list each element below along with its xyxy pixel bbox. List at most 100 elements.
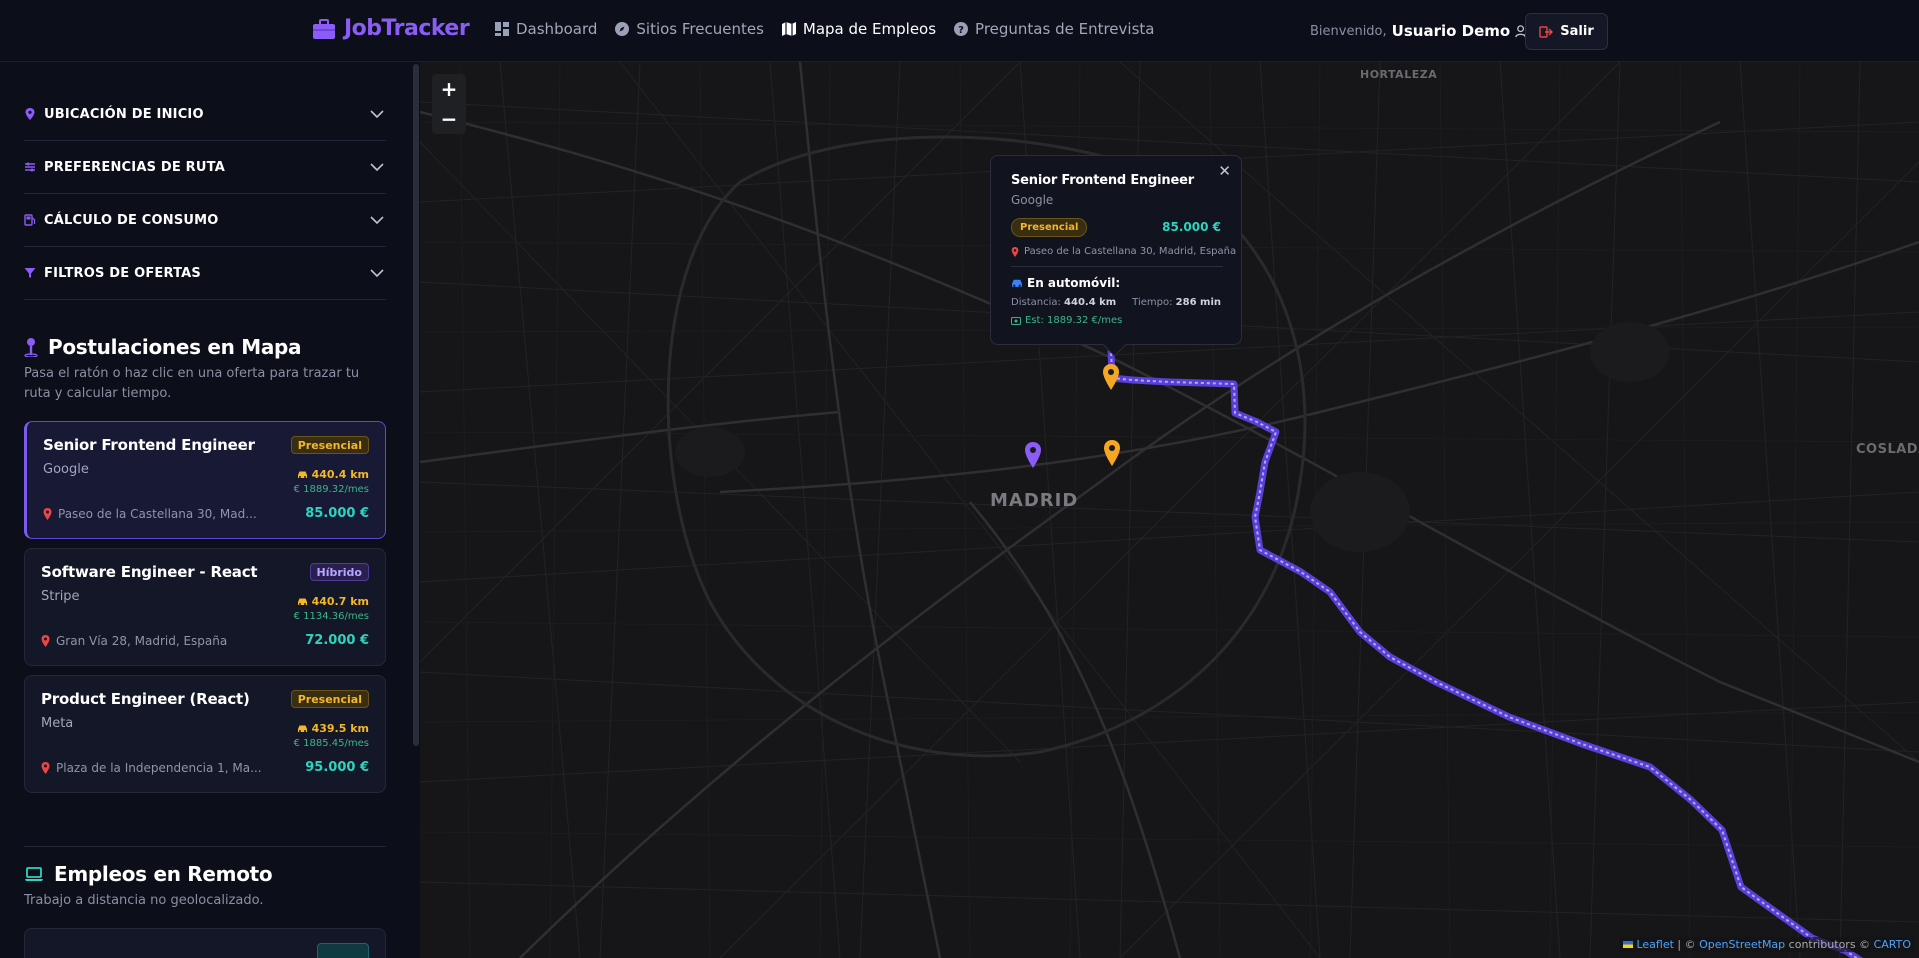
zoom-out-button[interactable]: − bbox=[432, 104, 466, 134]
job-address-text: Gran Vía 28, Madrid, España bbox=[56, 634, 228, 648]
welcome-text: Bienvenido, Usuario Demo bbox=[1310, 22, 1530, 40]
map-attribution: Leaflet | © OpenStreetMap contributors ©… bbox=[1618, 937, 1915, 952]
car-icon bbox=[297, 598, 307, 605]
job-distance: 440.4 km bbox=[297, 468, 369, 481]
popup-time: Tiempo: 286 min bbox=[1132, 297, 1221, 308]
job-card[interactable]: Product Engineer (React) Meta Presencial… bbox=[24, 675, 386, 793]
accordion-consumo[interactable]: CÁLCULO DE CONSUMO bbox=[24, 194, 386, 247]
nav-mapa-empleos[interactable]: Mapa de Empleos bbox=[781, 20, 936, 38]
job-distance-value: 440.7 km bbox=[311, 595, 369, 608]
question-icon: ? bbox=[954, 22, 969, 36]
job-popup: ✕ Senior Frontend Engineer Google Presen… bbox=[990, 155, 1242, 345]
job-address: Plaza de la Independencia 1, Ma... bbox=[41, 761, 262, 775]
laptop-icon bbox=[25, 867, 43, 881]
accordion-preferencias[interactable]: PREFERENCIAS DE RUTA bbox=[24, 141, 386, 194]
dashboard-icon bbox=[495, 22, 509, 36]
accordion-filtros[interactable]: FILTROS DE OFERTAS bbox=[24, 247, 386, 300]
leaflet-link[interactable]: Leaflet bbox=[1636, 938, 1673, 951]
location-pin-icon bbox=[1011, 246, 1019, 257]
accordion-label: CÁLCULO DE CONSUMO bbox=[44, 212, 219, 228]
job-salary: 95.000 € bbox=[305, 760, 369, 775]
carto-link[interactable]: CARTO bbox=[1874, 938, 1911, 951]
job-marker-purple[interactable] bbox=[1024, 442, 1042, 468]
job-salary: 85.000 € bbox=[305, 506, 369, 521]
job-cost: € 1889.32/mes bbox=[293, 484, 369, 495]
scrollbar-thumb[interactable] bbox=[413, 64, 419, 746]
zoom-in-button[interactable]: + bbox=[432, 74, 466, 104]
user-name: Usuario Demo bbox=[1391, 22, 1511, 40]
job-cost: € 1885.45/mes bbox=[293, 738, 369, 749]
logout-button[interactable]: Salir bbox=[1525, 13, 1608, 50]
sidebar: UBICACIÓN DE INICIO PREFERENCIAS DE RUTA… bbox=[0, 62, 412, 958]
nav-dashboard[interactable]: Dashboard bbox=[494, 20, 597, 38]
nav-label: Dashboard bbox=[516, 20, 598, 38]
chevron-down-icon bbox=[370, 163, 384, 172]
popup-address: Paseo de la Castellana 30, Madrid, Españ… bbox=[1011, 246, 1236, 257]
job-company: Meta bbox=[41, 716, 74, 731]
nav-label: Mapa de Empleos bbox=[802, 20, 937, 38]
chevron-down-icon bbox=[370, 269, 384, 278]
job-marker-orange[interactable] bbox=[1102, 364, 1120, 390]
nav-sitios-frecuentes[interactable]: Sitios Frecuentes bbox=[614, 20, 764, 38]
section-divider bbox=[24, 846, 386, 847]
job-distance: 440.7 km bbox=[297, 595, 369, 608]
briefcase-icon bbox=[313, 18, 335, 39]
popup-distance-label: Distancia: bbox=[1011, 297, 1061, 308]
popup-company: Google bbox=[1011, 193, 1054, 207]
attribution-text: | © bbox=[1673, 938, 1700, 951]
popup-travel-mode: En automóvil: bbox=[1011, 276, 1120, 290]
popup-time-label: Tiempo: bbox=[1132, 297, 1173, 308]
location-pin-icon bbox=[41, 635, 50, 647]
section-title-text: Postulaciones en Mapa bbox=[48, 335, 302, 359]
job-distance-value: 440.4 km bbox=[311, 468, 369, 481]
job-company: Stripe bbox=[41, 589, 80, 604]
popup-distance-value: 440.4 km bbox=[1064, 297, 1117, 308]
remote-job-card[interactable] bbox=[24, 928, 386, 958]
job-card[interactable]: Software Engineer - React Stripe Híbrido… bbox=[24, 548, 386, 666]
osm-link[interactable]: OpenStreetMap bbox=[1699, 938, 1785, 951]
job-company: Google bbox=[43, 462, 89, 477]
job-card[interactable]: Senior Frontend Engineer Google Presenci… bbox=[24, 421, 386, 539]
map-icon bbox=[781, 22, 796, 36]
chevron-down-icon bbox=[370, 110, 384, 119]
place-label: HORTALEZA bbox=[1360, 68, 1438, 81]
place-label: MADRID bbox=[990, 490, 1079, 511]
popup-address-text: Paseo de la Castellana 30, Madrid, Españ… bbox=[1024, 246, 1237, 257]
sidebar-scrollbar[interactable] bbox=[412, 62, 420, 958]
money-icon bbox=[1011, 316, 1021, 325]
place-label: COSLADA bbox=[1856, 442, 1919, 457]
ukraine-flag-icon bbox=[1622, 941, 1633, 948]
location-pin-icon bbox=[43, 508, 52, 520]
job-address: Gran Vía 28, Madrid, España bbox=[41, 634, 227, 648]
job-salary: 72.000 € bbox=[305, 633, 369, 648]
attribution-text: contributors © bbox=[1785, 938, 1874, 951]
route-icon bbox=[25, 162, 35, 172]
job-cost: € 1134.36/mes bbox=[293, 611, 369, 622]
job-address: Paseo de la Castellana 30, Mad... bbox=[43, 507, 257, 521]
job-distance: 439.5 km bbox=[297, 722, 369, 735]
main-nav: Dashboard Sitios Frecuentes Mapa de Empl… bbox=[494, 20, 1154, 38]
popup-estimate-text: Est: 1889.32 €/mes bbox=[1025, 315, 1123, 326]
work-mode-badge: Híbrido bbox=[309, 563, 369, 581]
popup-time-value: 286 min bbox=[1175, 297, 1221, 308]
work-mode-badge bbox=[317, 943, 369, 958]
job-title: Software Engineer - React bbox=[41, 563, 258, 581]
filter-icon bbox=[24, 268, 36, 278]
nav-preguntas-entrevista[interactable]: ? Preguntas de Entrevista bbox=[953, 20, 1154, 38]
work-mode-badge: Presencial bbox=[290, 436, 369, 454]
person-pin-icon bbox=[24, 338, 38, 357]
car-icon bbox=[297, 725, 307, 732]
section-title-text: Empleos en Remoto bbox=[54, 862, 273, 886]
pin-icon bbox=[25, 108, 35, 120]
job-marker-orange[interactable] bbox=[1103, 440, 1121, 466]
job-title: Product Engineer (React) bbox=[41, 690, 250, 708]
logout-label: Salir bbox=[1560, 24, 1594, 39]
popup-distance: Distancia: 440.4 km bbox=[1011, 297, 1116, 308]
svg-text:?: ? bbox=[958, 25, 964, 36]
popup-divider bbox=[1011, 266, 1223, 267]
app-logo[interactable]: JobTracker bbox=[312, 16, 470, 41]
close-icon[interactable]: ✕ bbox=[1218, 162, 1231, 180]
chevron-down-icon bbox=[370, 216, 384, 225]
accordion-ubicacion[interactable]: UBICACIÓN DE INICIO bbox=[24, 88, 386, 141]
map-applications-title: Postulaciones en Mapa bbox=[24, 335, 302, 359]
